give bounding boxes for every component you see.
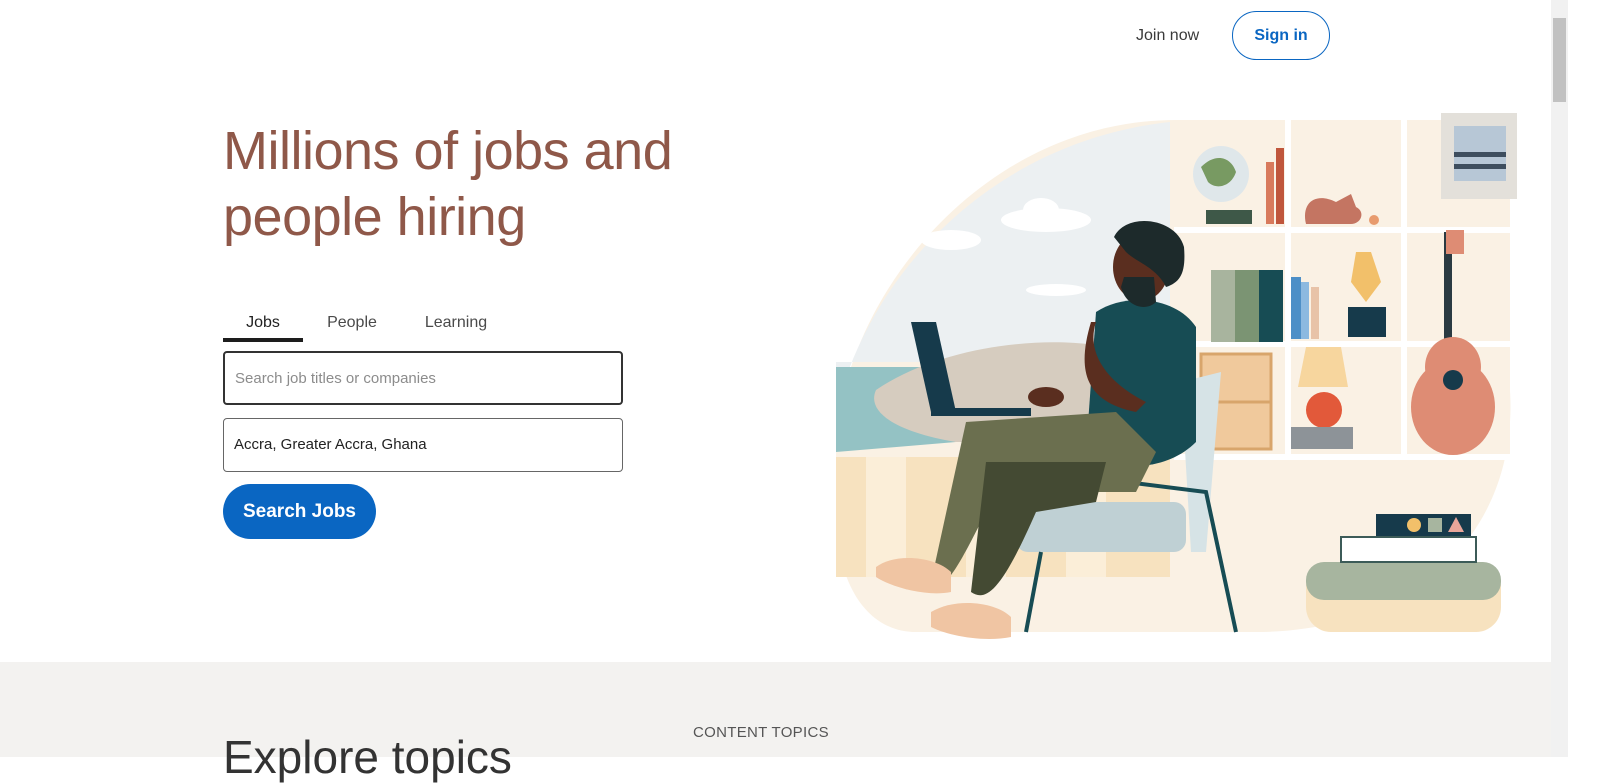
content-topics-label: CONTENT TOPICS — [693, 724, 829, 741]
job-search-input[interactable]: Search job titles or companies — [223, 351, 623, 405]
sign-in-button[interactable]: Sign in — [1232, 11, 1330, 60]
hero-title: Millions of jobs and people hiring — [223, 118, 743, 250]
hero-illustration — [836, 113, 1517, 639]
tab-people[interactable]: People — [318, 308, 386, 342]
location-input[interactable]: Accra, Greater Accra, Ghana — [223, 418, 623, 472]
explore-heading: Explore topics — [223, 731, 512, 783]
location-value: Accra, Greater Accra, Ghana — [234, 436, 427, 453]
hero-title-line-2: people hiring — [223, 187, 526, 247]
scrollbar-thumb[interactable] — [1553, 18, 1566, 102]
explore-section: Explore topics CONTENT TOPICS — [0, 662, 1568, 783]
hero-title-line-1: Millions of jobs and — [223, 121, 673, 181]
page-scrollbar[interactable] — [1551, 0, 1568, 757]
job-search-placeholder: Search job titles or companies — [235, 370, 436, 387]
tab-learning[interactable]: Learning — [416, 308, 496, 342]
tab-jobs[interactable]: Jobs — [223, 308, 303, 342]
search-jobs-button[interactable]: Search Jobs — [223, 484, 376, 539]
join-now-link[interactable]: Join now — [1136, 24, 1199, 48]
top-nav: Join now Sign in — [0, 0, 1568, 72]
